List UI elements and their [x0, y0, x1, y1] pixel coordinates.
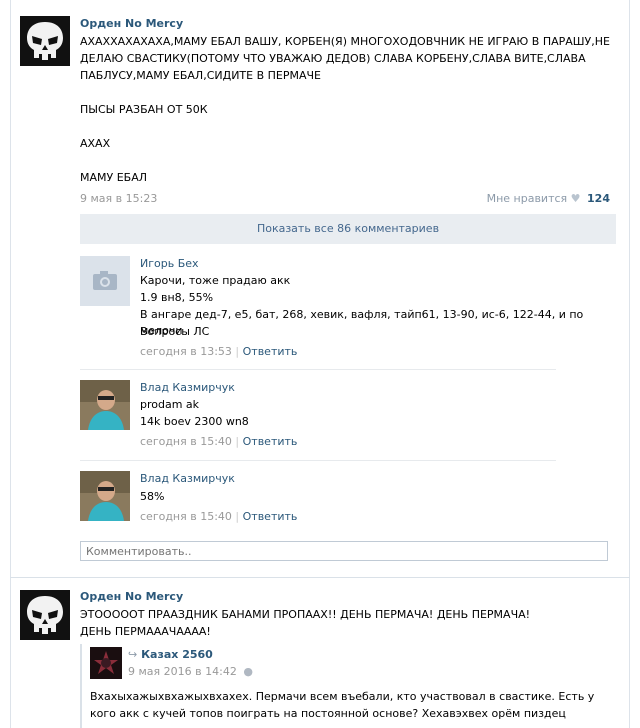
comment: Влад Казмирчук prodam ak 14k boev 2300 w…	[80, 380, 616, 450]
like-count: 124	[587, 192, 610, 205]
reply-link[interactable]: Ответить	[243, 510, 298, 523]
post-divider	[10, 577, 630, 578]
comment-author[interactable]: Влад Казмирчук	[140, 381, 235, 394]
post-author[interactable]: Орден No Mercy	[80, 17, 183, 30]
repost-date-text: 9 мая 2016 в 14:42	[128, 665, 237, 678]
repost-date[interactable]: 9 мая 2016 в 14:42 ●	[128, 665, 253, 678]
like-label: Мне нравится	[486, 192, 568, 205]
comment-text-line: Карочи, тоже прадаю акк	[140, 274, 291, 287]
comment-input[interactable]	[80, 541, 608, 561]
comment-text-line: 1.9 вн8, 55%	[140, 291, 214, 304]
user-photo	[80, 471, 130, 521]
repost-text: Вхахыхажыхвхажыхвхахех. Пермачи всем въе…	[90, 690, 595, 728]
post-date[interactable]: 9 мая в 15:23	[80, 192, 157, 205]
comment-divider	[80, 460, 556, 461]
comment-author[interactable]: Игорь Бех	[140, 257, 199, 270]
comment-date[interactable]: сегодня в 15:40	[140, 510, 232, 523]
show-all-comments-button[interactable]: Показать все 86 комментариев	[80, 214, 616, 244]
post-text: АХАХХАХАХАХА,МАМУ ЕБАЛ ВАШУ, КОРБЕН(Я) М…	[80, 35, 610, 184]
post-author[interactable]: Орден No Mercy	[80, 590, 183, 603]
camera-icon	[80, 256, 130, 306]
comment-meta: сегодня в 15:40 | Ответить	[140, 510, 298, 523]
group-avatar-skull[interactable]	[20, 590, 70, 640]
comment-avatar[interactable]	[80, 256, 130, 306]
repost-block: ↪ Казах 2560 9 мая 2016 в 14:42 ● Вхахых…	[80, 644, 610, 728]
repost-author[interactable]: ↪ Казах 2560	[128, 648, 213, 661]
group-avatar-skull[interactable]	[20, 16, 70, 66]
comment: Игорь Бех Карочи, тоже прадаю акк 1.9 вн…	[80, 256, 616, 364]
post-text: ЭТОООООТ ПРААЗДНИК БАНАМИ ПРОПААХ!! ДЕНЬ…	[80, 608, 534, 638]
comment-text-line: 58%	[140, 490, 165, 503]
comment-meta: сегодня в 13:53 | Ответить	[140, 345, 298, 358]
repost-author-name: Казах 2560	[141, 648, 213, 661]
comment-meta: сегодня в 15:40 | Ответить	[140, 435, 298, 448]
repost-arrow-icon: ↪	[128, 648, 138, 661]
apple-icon: ●	[243, 665, 253, 678]
comment-text-line: Вопросы ЛС	[140, 325, 210, 338]
comment: Влад Казмирчук 58% сегодня в 15:40 | Отв…	[80, 471, 616, 527]
heart-icon: ♥	[570, 192, 581, 205]
comment-date[interactable]: сегодня в 15:40	[140, 435, 232, 448]
comment-avatar[interactable]	[80, 380, 130, 430]
comment-text-line: prodam ak	[140, 398, 200, 411]
reply-link[interactable]: Ответить	[243, 345, 298, 358]
like-button[interactable]: Мне нравится ♥ 124	[487, 192, 610, 205]
comment-text-line: 14k boev 2300 wn8	[140, 415, 249, 428]
reply-link[interactable]: Ответить	[243, 435, 298, 448]
comment-author[interactable]: Влад Казмирчук	[140, 472, 235, 485]
wall-post: Орден No Mercy АХАХХАХАХАХА,МАМУ ЕБАЛ ВА…	[20, 0, 620, 580]
comment-date[interactable]: сегодня в 13:53	[140, 345, 232, 358]
user-photo	[80, 380, 130, 430]
repost-avatar[interactable]	[90, 647, 122, 679]
comment-divider	[80, 369, 556, 370]
comment-avatar[interactable]	[80, 471, 130, 521]
